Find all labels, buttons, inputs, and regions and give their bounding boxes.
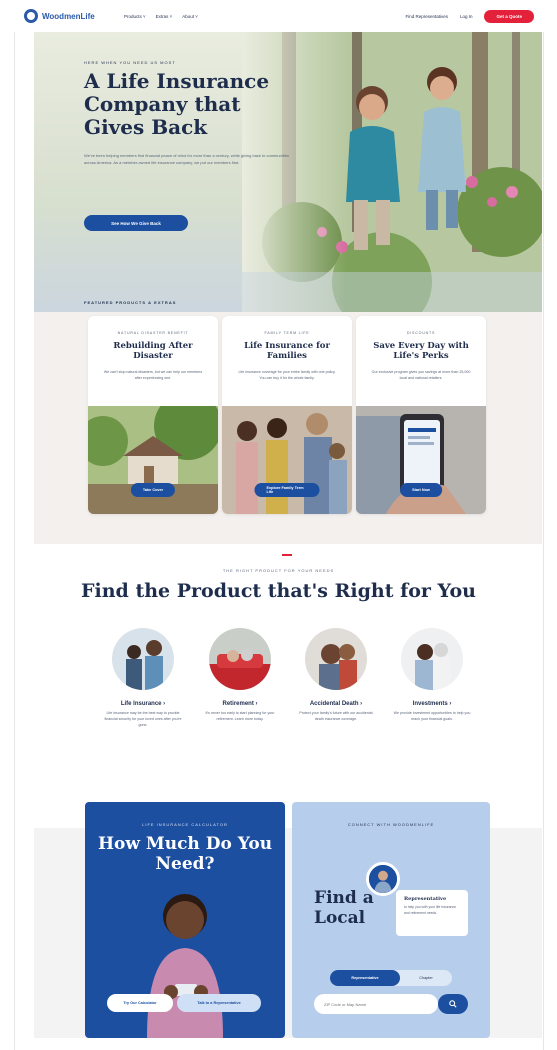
logo-mark-icon	[24, 9, 38, 23]
card-title: Save Every Day with Life's Perks	[373, 341, 469, 361]
card-desc: We can't stop natural disasters, but we …	[103, 370, 203, 380]
search-icon	[449, 1000, 457, 1008]
products-title: Find the Product that's Right for You	[81, 580, 476, 602]
main-nav: Products ˅ Extras ˅ About ˅	[124, 14, 198, 19]
zip-search-input[interactable]	[314, 994, 438, 1014]
products-eyebrow: THE RIGHT PRODUCT FOR YOUR NEEDS	[222, 568, 335, 573]
feature-card-perks[interactable]: DISCOUNTS Save Every Day with Life's Per…	[356, 316, 486, 514]
product-name: Accidental Death ›	[309, 701, 363, 707]
logo[interactable]: WoodmenLife	[24, 9, 104, 23]
flooded-house-photo	[88, 406, 218, 514]
representative-card: Representative to help you with your lif…	[396, 890, 468, 936]
talk-to-rep-button[interactable]: Talk to a Representative	[177, 994, 261, 1012]
accidental-death-photo	[305, 628, 367, 690]
representative-title: Representative	[404, 896, 447, 902]
card-desc: Our exclusive program gives you savings …	[371, 370, 471, 380]
try-calculator-button[interactable]: Try Our Calculator	[107, 994, 173, 1012]
featured-label: FEATURED PRODUCTS & EXTRAS	[84, 300, 177, 305]
header-actions: Find Representatives Log In Get a Quote	[405, 9, 534, 23]
representative-desc: to help you with your life insurance and…	[404, 905, 457, 915]
product-life-insurance[interactable]: Life Insurance › Life insurance may be t…	[103, 628, 183, 728]
feature-card-disaster[interactable]: NATURAL DISASTER BENEFIT Rebuilding Afte…	[88, 316, 218, 514]
nav-item-about[interactable]: About ˅	[182, 14, 198, 19]
find-representatives-link[interactable]: Find Representatives	[405, 14, 448, 19]
card-title: Rebuilding After Disaster	[113, 341, 193, 361]
section-accent-bar	[282, 554, 292, 556]
card-desc: Life insurance coverage for your entire …	[238, 370, 336, 380]
search-type-toggle: Representative Chapter	[330, 970, 452, 986]
card-eyebrow: DISCOUNTS	[406, 331, 436, 335]
hero-body: We've been helping members find financia…	[84, 153, 289, 165]
man-with-phone-photo	[147, 894, 223, 1038]
hero-section: HERE WHEN YOU NEED US MOST A Life Insura…	[34, 32, 542, 344]
explore-family-term-button[interactable]: Explore Family Term Life	[254, 483, 320, 497]
calculator-title: How Much Do You Need?	[97, 834, 273, 874]
search-button[interactable]	[438, 994, 468, 1014]
calculator-eyebrow: LIFE INSURANCE CALCULATOR	[142, 822, 228, 827]
nav-item-products[interactable]: Products ˅	[124, 14, 146, 19]
connect-eyebrow: CONNECT WITH WOODMENLIFE	[347, 822, 435, 827]
toggle-representative[interactable]: Representative	[330, 970, 400, 986]
product-accidental-death[interactable]: Accidental Death › Protect your family's…	[296, 628, 376, 722]
calculator-panel: LIFE INSURANCE CALCULATOR How Much Do Yo…	[85, 802, 285, 1038]
feature-card-family[interactable]: FAMILY TERM LIFE Life Insurance for Fami…	[222, 316, 352, 514]
product-investments[interactable]: Investments › We provide investment oppo…	[392, 628, 472, 722]
product-name: Life Insurance ›	[120, 701, 166, 707]
give-back-button[interactable]: See How We Give Back	[84, 215, 188, 231]
representative-avatar	[366, 862, 400, 896]
retirement-photo	[209, 628, 271, 690]
card-eyebrow: NATURAL DISASTER BENEFIT	[117, 331, 189, 335]
product-desc: Protect your family's future with our ac…	[299, 711, 373, 721]
start-now-button[interactable]: Start Now	[400, 483, 442, 497]
card-eyebrow: FAMILY TERM LIFE	[264, 331, 310, 335]
investments-photo	[401, 628, 463, 690]
life-insurance-photo	[112, 628, 174, 690]
product-name: Retirement ›	[222, 701, 258, 707]
site-header: WoodmenLife Products ˅ Extras ˅ About ˅ …	[14, 0, 544, 32]
product-desc: We provide investment opportunities to h…	[393, 711, 471, 721]
hero-title: A Life Insurance Company that Gives Back	[84, 69, 270, 139]
card-title: Life Insurance for Families	[244, 341, 330, 361]
hero-eyebrow: HERE WHEN YOU NEED US MOST	[84, 60, 176, 65]
product-desc: Life insurance may be the best way to pr…	[104, 711, 182, 727]
family-photo	[222, 406, 352, 514]
product-name: Investments ›	[412, 701, 452, 707]
phone-app-photo	[356, 406, 486, 514]
take-cover-button[interactable]: Take Cover	[130, 483, 176, 497]
product-desc: It's never too early to start planning f…	[205, 711, 275, 721]
logo-text: WoodmenLife	[42, 11, 95, 21]
toggle-chapter[interactable]: Chapter	[400, 970, 452, 986]
product-retirement[interactable]: Retirement › It's never too early to sta…	[200, 628, 280, 722]
get-quote-button[interactable]: Get a Quote	[484, 9, 534, 23]
connect-panel: CONNECT WITH WOODMENLIFE Find a Local Re…	[292, 802, 490, 1038]
login-link[interactable]: Log In	[460, 14, 473, 19]
nav-item-extras[interactable]: Extras ˅	[156, 14, 173, 19]
